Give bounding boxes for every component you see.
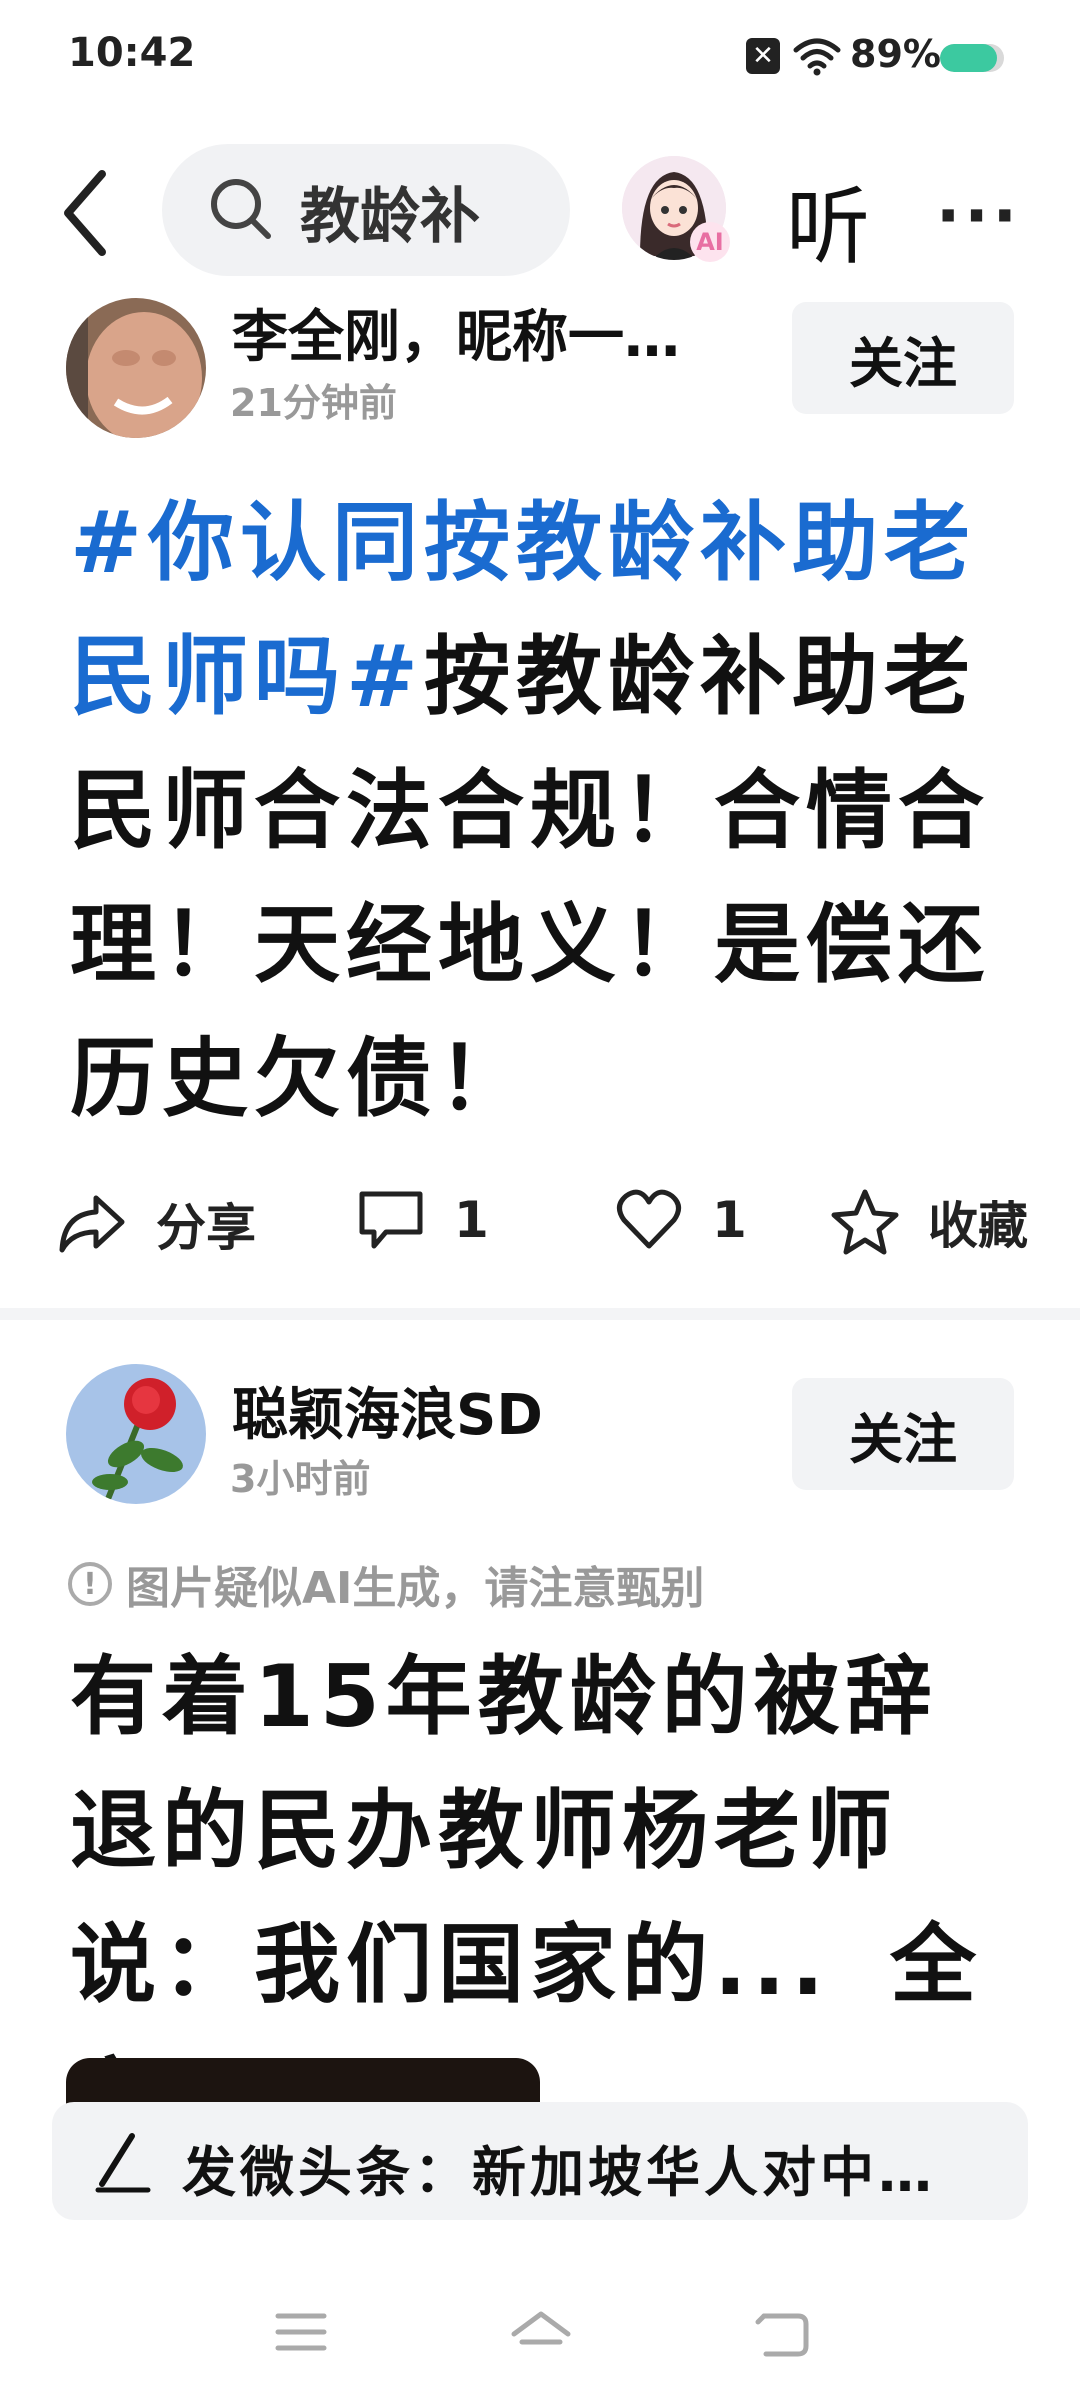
battery-percent: 89% — [850, 32, 941, 76]
author-name[interactable]: 聪颖海浪SD — [232, 1370, 543, 1451]
menu-icon[interactable] — [274, 2310, 328, 2354]
like-button[interactable]: 1 — [614, 1188, 747, 1252]
post-text: 有着15年教龄的被辞退的民办教师杨老师说：我们国家的... — [70, 1647, 938, 2015]
battery-fill — [940, 44, 997, 72]
compose-prompt[interactable]: 发微头条：新加坡华人对中… — [182, 2128, 936, 2207]
search-input[interactable]: 教龄补 — [300, 168, 500, 255]
favorite-label: 收藏 — [928, 1197, 1028, 1255]
ai-badge: AI — [690, 222, 730, 262]
face-photo-icon — [66, 298, 206, 438]
follow-button[interactable]: 关注 — [792, 302, 1014, 414]
battery-icon — [940, 44, 1004, 72]
share-button[interactable]: 分享 — [56, 1188, 256, 1260]
search-icon — [211, 179, 271, 239]
ai-generated-notice: ! 图片疑似AI生成，请注意甄别 — [68, 1552, 704, 1616]
listen-button[interactable]: 听 — [786, 160, 870, 281]
back-nav-icon[interactable] — [754, 2310, 810, 2358]
post-time: 3小时前 — [230, 1457, 371, 1501]
star-icon — [831, 1189, 899, 1255]
heart-icon — [617, 1189, 681, 1249]
post-body[interactable]: #你认同按教龄补助老民师吗#按教龄补助老民师合法合规！合情合理！天经地义！是偿还… — [70, 476, 1010, 1146]
close-box-icon: ✕ — [746, 38, 780, 74]
feed-divider — [0, 1308, 1080, 1320]
share-icon — [59, 1195, 125, 1253]
rose-photo-icon — [66, 1364, 206, 1504]
share-label: 分享 — [156, 1199, 256, 1257]
wifi-icon — [793, 38, 841, 76]
info-icon: ! — [68, 1562, 112, 1606]
comment-count: 1 — [454, 1191, 489, 1249]
author-name[interactable]: 李全刚，昵称一… — [232, 292, 680, 373]
more-button[interactable]: ··· — [936, 180, 1021, 254]
favorite-button[interactable]: 收藏 — [830, 1186, 1028, 1258]
post-time: 21分钟前 — [230, 381, 397, 425]
comment-button[interactable]: 1 — [356, 1188, 489, 1252]
comment-icon — [359, 1191, 423, 1249]
author-avatar[interactable] — [66, 1364, 206, 1504]
follow-button[interactable]: 关注 — [792, 1378, 1014, 1490]
status-time: 10:42 — [68, 30, 196, 76]
author-avatar[interactable] — [66, 298, 206, 438]
ai-notice-text: 图片疑似AI生成，请注意甄别 — [126, 1563, 705, 1614]
pen-icon — [95, 2133, 151, 2193]
back-chevron-icon[interactable] — [58, 168, 114, 258]
like-count: 1 — [712, 1191, 747, 1249]
home-icon[interactable] — [510, 2310, 572, 2360]
